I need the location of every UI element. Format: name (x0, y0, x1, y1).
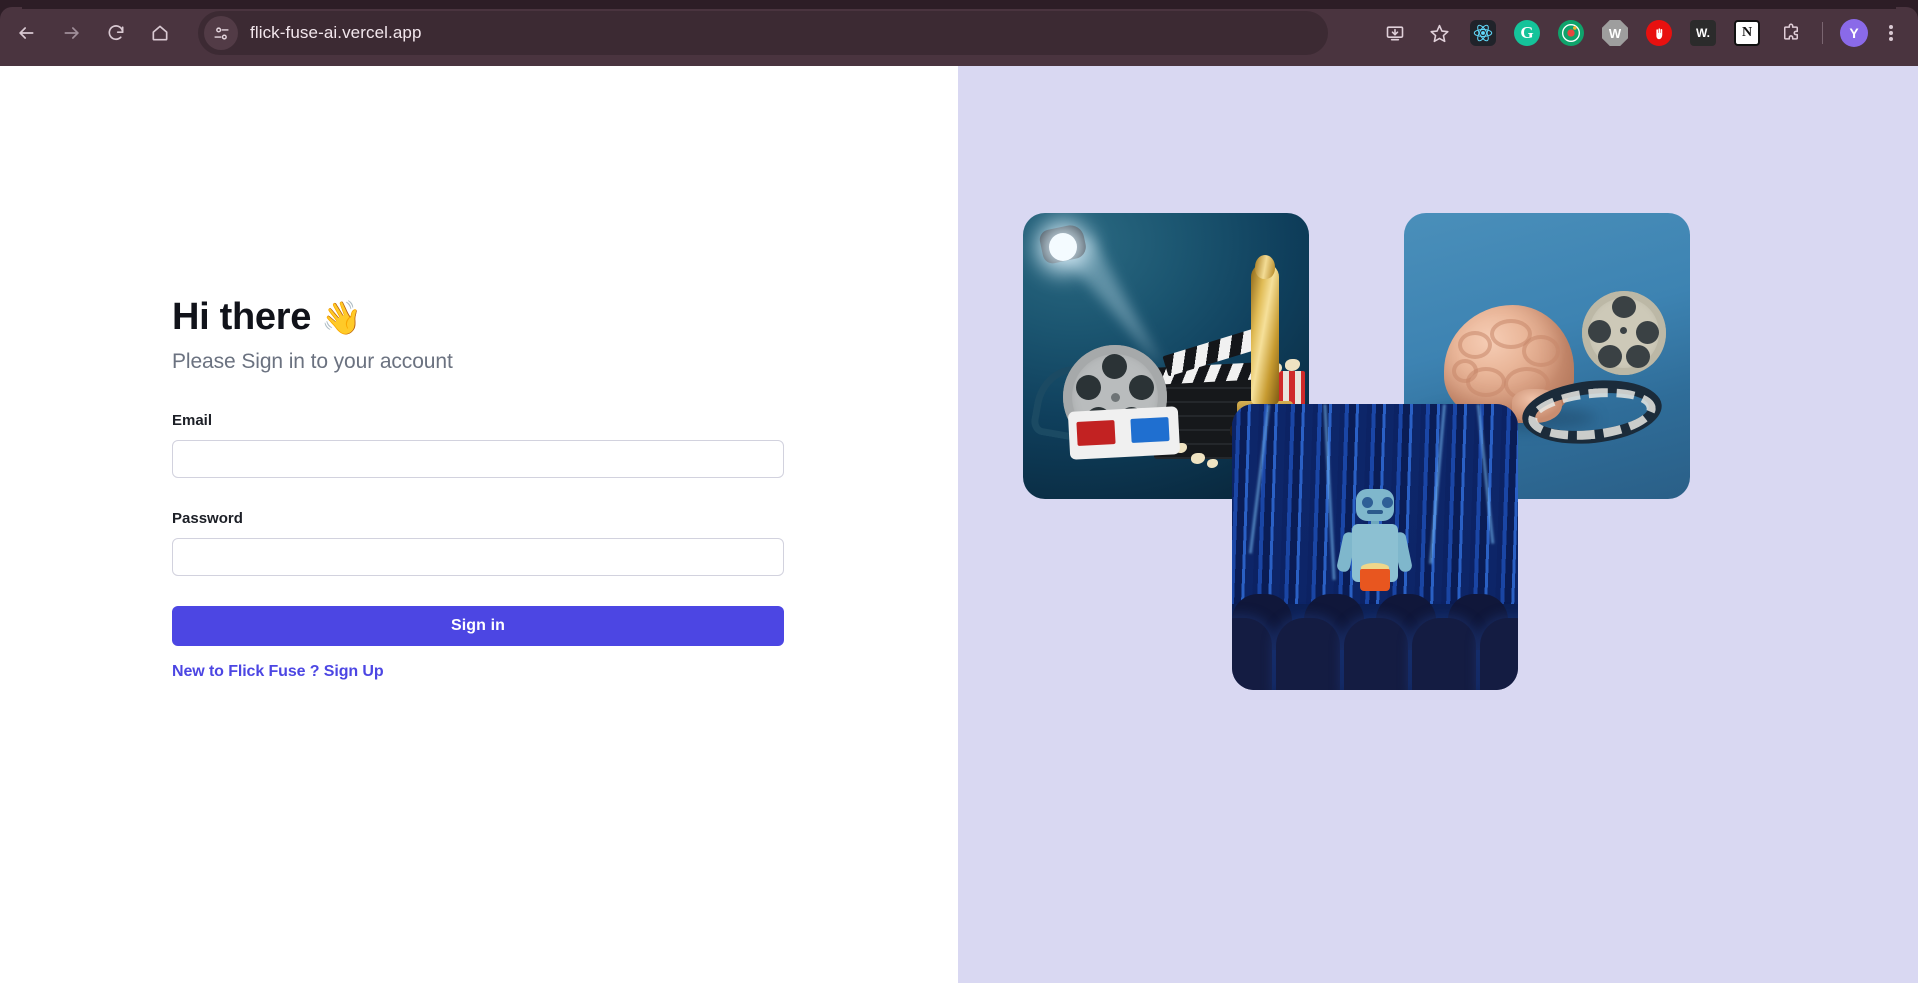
greeting-text: Hi there (172, 296, 312, 338)
robot-eye (1362, 497, 1373, 508)
forward-button[interactable] (54, 15, 90, 51)
stop-hand-logo (1646, 20, 1672, 46)
brain-gyrus (1458, 331, 1492, 359)
hand-glyph (1655, 27, 1662, 39)
3d-glasses-red-lens (1076, 420, 1116, 446)
address-bar[interactable]: flick-fuse-ai.vercel.app (198, 11, 1328, 55)
star-glyph (1429, 24, 1449, 42)
react-devtools-extension-icon[interactable] (1466, 16, 1500, 50)
email-field[interactable] (172, 439, 784, 478)
robot-mouth (1367, 510, 1383, 514)
reload-icon (108, 25, 124, 40)
menu-dot (1889, 25, 1893, 29)
signin-subtitle: Please Sign in to your account (172, 349, 453, 373)
ublock-origin-extension-icon[interactable] (1642, 16, 1676, 50)
popcorn-kernel (1285, 359, 1300, 371)
brain-gyrus (1452, 359, 1478, 383)
bookmark-star-icon[interactable] (1422, 16, 1456, 50)
back-arrow-icon (19, 27, 34, 39)
notion-logo: N (1734, 20, 1760, 46)
avatar[interactable]: Y (1840, 19, 1868, 47)
oscar-head (1255, 255, 1275, 279)
reel-hole (1612, 296, 1636, 318)
toolbar-actions: G W W. N Y (1373, 11, 1912, 55)
cinema-seat (1232, 618, 1272, 690)
w-octagon-logo: W (1602, 20, 1628, 46)
menu-dot (1889, 31, 1893, 35)
back-button[interactable] (8, 15, 44, 51)
reel-hole (1598, 345, 1622, 368)
wappalyzer-extension-icon[interactable]: W (1598, 16, 1632, 50)
waving-hand-icon: 👋 (321, 298, 362, 336)
password-field[interactable] (172, 537, 784, 576)
grammarly-logo: G (1514, 20, 1540, 46)
grammarly-extension-icon[interactable]: G (1510, 16, 1544, 50)
cinema-seat (1480, 618, 1518, 690)
cinema-seat (1276, 618, 1340, 690)
robot-cinema-artwork (1232, 404, 1518, 690)
install-glyph (1386, 26, 1404, 41)
notion-web-clipper-extension-icon[interactable]: N (1730, 16, 1764, 50)
page-content: Hi there 👋 Please Sign in to your accoun… (0, 66, 1918, 983)
reel-hub (1111, 393, 1120, 402)
extensions-puzzle-icon[interactable] (1774, 16, 1808, 50)
cinema-seat (1344, 618, 1408, 690)
signin-form: Hi there 👋 Please Sign in to your accoun… (172, 296, 784, 681)
reel-hole (1129, 375, 1154, 400)
install-app-icon[interactable] (1378, 16, 1412, 50)
target-extension-icon[interactable] (1554, 16, 1588, 50)
cinema-seats (1232, 574, 1518, 690)
browser-chrome: flick-fuse-ai.vercel.app G W W. N Y (0, 0, 1918, 66)
wikiwand-extension-icon[interactable]: W. (1686, 16, 1720, 50)
password-field-group: Password (172, 510, 784, 576)
reel-hub (1620, 327, 1627, 334)
robot-cinema-image (1232, 404, 1518, 690)
react-atom-glyph (1473, 24, 1493, 42)
home-icon (152, 25, 168, 41)
target-glyph (1562, 24, 1580, 42)
page-title: Hi there 👋 (172, 296, 784, 340)
signin-pane: Hi there 👋 Please Sign in to your accoun… (0, 66, 958, 983)
reel-hole (1626, 345, 1650, 368)
url-text: flick-fuse-ai.vercel.app (250, 23, 422, 42)
puzzle-piece-glyph (1784, 23, 1798, 40)
3d-glasses-blue-lens (1130, 417, 1170, 443)
target-logo (1558, 20, 1584, 46)
cinema-seat (1412, 618, 1476, 690)
email-label: Email (172, 411, 213, 429)
toolbar-divider (1822, 22, 1823, 44)
chrome-menu-button[interactable] (1876, 16, 1906, 50)
film-reel (1582, 291, 1666, 375)
password-label: Password (172, 509, 243, 527)
email-field-group: Email (172, 412, 784, 478)
sliders-glyph (213, 26, 229, 40)
popcorn-kernel (1191, 453, 1205, 464)
react-logo (1470, 20, 1496, 46)
home-button[interactable] (142, 15, 178, 51)
popcorn-kernel (1207, 459, 1218, 468)
tune-sliders-icon[interactable] (204, 16, 238, 50)
oscar-statuette (1251, 263, 1279, 405)
w-dot-logo: W. (1690, 20, 1716, 46)
reel-hole (1076, 375, 1101, 400)
forward-arrow-icon (64, 27, 79, 39)
reload-button[interactable] (98, 15, 134, 51)
sign-up-link[interactable]: New to Flick Fuse ? Sign Up (172, 663, 384, 681)
spotlight-bulb (1049, 233, 1077, 261)
tab-strip (0, 0, 1918, 9)
illustration-pane (958, 66, 1918, 983)
sign-in-button[interactable]: Sign in (172, 605, 784, 646)
reel-hole (1636, 321, 1659, 344)
brain-gyrus (1522, 335, 1560, 367)
menu-dot (1889, 37, 1893, 41)
reel-hole (1588, 320, 1611, 343)
robot-eye (1382, 497, 1393, 508)
reel-hole (1102, 354, 1127, 379)
